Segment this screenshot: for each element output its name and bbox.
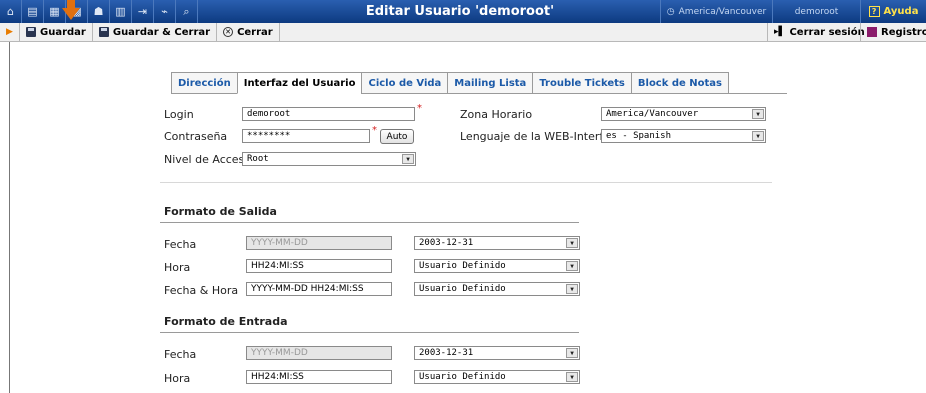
current-user-link[interactable]: demoroot	[772, 0, 860, 23]
chart-icon[interactable]: ⌁	[154, 0, 176, 23]
access-level-select[interactable]: Root ▼	[242, 152, 416, 166]
help-icon: ?	[868, 6, 880, 17]
chevron-down-icon: ▼	[566, 372, 578, 382]
columns-icon[interactable]: ▥	[110, 0, 132, 23]
chevron-down-icon: ▼	[752, 109, 764, 119]
access-level-label: Nivel de Acceso	[164, 153, 252, 166]
input-time-label: Hora	[164, 372, 191, 385]
down-arrow-icon	[62, 0, 80, 20]
save-close-label: Guardar & Cerrar	[112, 26, 211, 38]
output-datetime-select[interactable]: Usuario Definido ▼	[414, 282, 580, 296]
output-format-title: Formato de Salida	[164, 205, 277, 218]
save-icon	[98, 27, 109, 37]
tab-direccion[interactable]: Dirección	[171, 72, 237, 94]
language-select[interactable]: es - Spanish ▼	[601, 129, 766, 143]
left-divider	[9, 42, 10, 393]
input-date-label: Fecha	[164, 348, 197, 361]
close-label: Cerrar	[237, 26, 273, 38]
save-icon	[26, 27, 36, 37]
output-datetime-select-value: Usuario Definido	[419, 284, 506, 294]
timezone-select[interactable]: America/Vancouver ▼	[601, 107, 766, 121]
output-format-divider	[160, 222, 579, 223]
help-button[interactable]: ? Ayuda	[860, 0, 926, 23]
timezone-label: America/Vancouver	[678, 6, 767, 17]
required-mark: *	[372, 125, 377, 136]
input-date-input[interactable]: YYYY-MM-DD	[246, 346, 392, 360]
export-icon[interactable]: ⇥	[132, 0, 154, 23]
output-datetime-input[interactable]: YYYY-MM-DD HH24:MI:SS	[246, 282, 392, 296]
input-date-select-value: 2003-12-31	[419, 348, 474, 358]
output-date-label: Fecha	[164, 238, 197, 251]
timezone-field-label: Zona Horario	[460, 108, 533, 121]
input-time-input[interactable]: HH24:MI:SS	[246, 370, 392, 384]
tab-ciclo-vida[interactable]: Ciclo de Vida	[361, 72, 448, 94]
input-format-divider	[160, 332, 579, 333]
language-label: Lenguaje de la WEB-Interface	[460, 130, 623, 143]
chevron-down-icon: ▼	[752, 131, 764, 141]
search-icon[interactable]: ⌕	[176, 0, 198, 23]
register-label: Registro	[881, 26, 926, 38]
tab-underline	[654, 93, 787, 94]
auto-password-button[interactable]: Auto	[380, 129, 414, 144]
login-input[interactable]: demoroot	[242, 107, 415, 121]
output-time-label: Hora	[164, 261, 191, 274]
password-input[interactable]: ********	[242, 129, 370, 143]
output-date-select-value: 2003-12-31	[419, 238, 474, 248]
menu-icon[interactable]: ▤	[22, 0, 44, 23]
register-icon	[867, 27, 877, 37]
language-value: es - Spanish	[606, 131, 672, 141]
access-level-value: Root	[247, 154, 269, 164]
output-time-select[interactable]: Usuario Definido ▼	[414, 259, 580, 273]
tab-bar: Dirección Interfaz del Usuario Ciclo de …	[171, 72, 730, 94]
output-time-input[interactable]: HH24:MI:SS	[246, 259, 392, 273]
tab-trouble-tickets[interactable]: Trouble Tickets	[532, 72, 631, 94]
close-button[interactable]: ✕ Cerrar	[217, 22, 280, 42]
logout-icon: ▸▌	[774, 27, 786, 37]
action-toolbar: ▶ Guardar Guardar & Cerrar ✕ Cerrar ▸▌ C…	[0, 22, 926, 42]
home-icon[interactable]: ⌂	[0, 0, 22, 23]
output-date-select[interactable]: 2003-12-31 ▼	[414, 236, 580, 250]
timezone-value: America/Vancouver	[606, 109, 699, 119]
save-label: Guardar	[40, 26, 86, 38]
password-label: Contraseña	[164, 130, 228, 143]
play-icon[interactable]: ▶	[0, 22, 20, 42]
output-date-input[interactable]: YYYY-MM-DD	[246, 236, 392, 250]
chevron-down-icon: ▼	[402, 154, 414, 164]
required-mark: *	[417, 103, 422, 114]
tab-interfaz-usuario[interactable]: Interfaz del Usuario	[236, 72, 362, 94]
top-header-bar: ⌂ ▤ ▦ ▩ ☗ ▥ ⇥ ⌁ ⌕ Editar Usuario 'demoro…	[0, 0, 926, 23]
input-time-select-value: Usuario Definido	[419, 372, 506, 382]
save-button[interactable]: Guardar	[20, 22, 93, 42]
logout-label: Cerrar sesión	[789, 26, 865, 38]
page-title: Editar Usuario 'demoroot'	[365, 4, 555, 19]
chevron-down-icon: ▼	[566, 348, 578, 358]
timezone-link[interactable]: ◷ America/Vancouver	[660, 0, 772, 23]
person-icon[interactable]: ☗	[88, 0, 110, 23]
chevron-down-icon: ▼	[566, 261, 578, 271]
tab-mailing-lista[interactable]: Mailing Lista	[447, 72, 533, 94]
input-time-select[interactable]: Usuario Definido ▼	[414, 370, 580, 384]
section-divider	[160, 182, 772, 183]
help-label: Ayuda	[883, 6, 919, 17]
clock-icon: ◷	[666, 6, 675, 17]
chevron-down-icon: ▼	[566, 238, 578, 248]
chevron-down-icon: ▼	[566, 284, 578, 294]
output-datetime-label: Fecha & Hora	[164, 284, 239, 297]
login-label: Login	[164, 108, 194, 121]
tab-block-notas[interactable]: Block de Notas	[630, 72, 730, 94]
input-date-select[interactable]: 2003-12-31 ▼	[414, 346, 580, 360]
input-format-title: Formato de Entrada	[164, 315, 288, 328]
register-button[interactable]: Registro	[860, 22, 926, 42]
logout-button[interactable]: ▸▌ Cerrar sesión	[767, 22, 871, 42]
output-time-select-value: Usuario Definido	[419, 261, 506, 271]
close-icon: ✕	[223, 27, 234, 37]
save-close-button[interactable]: Guardar & Cerrar	[93, 22, 218, 42]
